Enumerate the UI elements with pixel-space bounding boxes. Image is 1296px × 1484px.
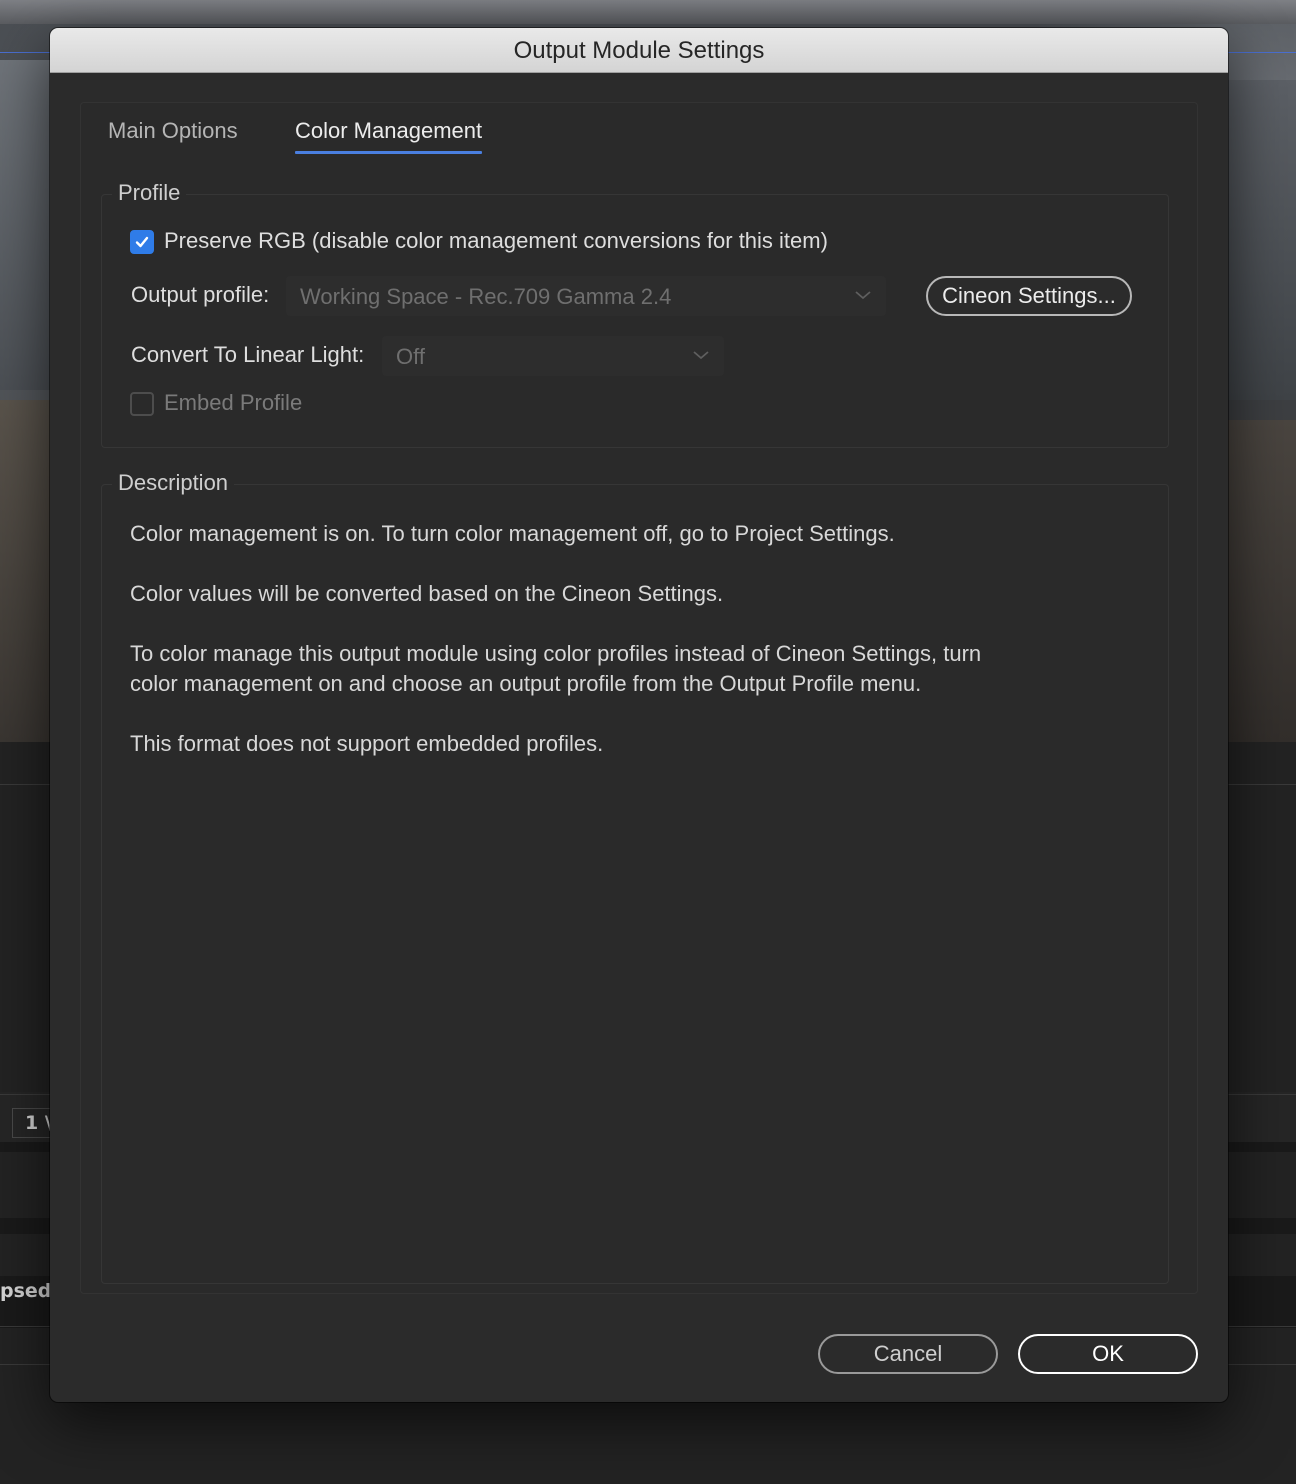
embed-profile-checkbox[interactable]: [130, 392, 154, 416]
background-left-window: [0, 60, 50, 390]
preserve-rgb-checkbox[interactable]: [130, 230, 154, 254]
dialog-title: Output Module Settings: [50, 28, 1228, 73]
cancel-button[interactable]: Cancel: [818, 1334, 998, 1374]
description-group-title: Description: [112, 470, 235, 496]
tab-main-options[interactable]: Main Options: [108, 118, 238, 144]
embed-profile-label[interactable]: Embed Profile: [164, 390, 302, 416]
checkmark-icon: [135, 236, 149, 248]
output-profile-label: Output profile:: [131, 282, 270, 307]
tab-label: Color Management: [295, 118, 483, 143]
linear-light-dropdown[interactable]: Off: [382, 336, 724, 376]
output-module-settings-dialog: Output Module Settings Main Options Colo…: [50, 28, 1228, 1402]
ok-button[interactable]: OK: [1018, 1334, 1198, 1374]
background-elapsed-label: psed:: [0, 1280, 50, 1302]
background-left-wall: [0, 400, 50, 742]
chevron-down-icon: [855, 291, 871, 300]
chevron-down-icon: [693, 351, 709, 360]
linear-light-value: Off: [396, 344, 425, 369]
active-tab-indicator: [295, 151, 483, 154]
description-paragraph: Color management is on. To turn color ma…: [130, 521, 895, 546]
preserve-rgb-label[interactable]: Preserve RGB (disable color management c…: [164, 228, 828, 254]
background-right-wall: [1228, 420, 1296, 742]
description-paragraph: To color manage this output module using…: [130, 641, 982, 696]
output-profile-value: Working Space - Rec.709 Gamma 2.4: [300, 284, 672, 309]
background-right-window: [1228, 80, 1296, 400]
description-paragraph: This format does not support embedded pr…: [130, 731, 604, 756]
background-frame-field: 1 \: [12, 1108, 50, 1138]
description-paragraph: Color values will be converted based on …: [130, 581, 724, 606]
profile-group-title: Profile: [112, 180, 187, 206]
output-profile-dropdown[interactable]: Working Space - Rec.709 Gamma 2.4: [286, 276, 886, 316]
guide-line-left: [0, 52, 50, 53]
cineon-settings-button[interactable]: Cineon Settings...: [926, 276, 1132, 316]
convert-linear-light-label: Convert To Linear Light:: [131, 342, 365, 367]
guide-line-right: [1228, 52, 1296, 53]
background-top-bar: [0, 0, 1296, 24]
tab-color-management[interactable]: Color Management: [295, 118, 483, 154]
